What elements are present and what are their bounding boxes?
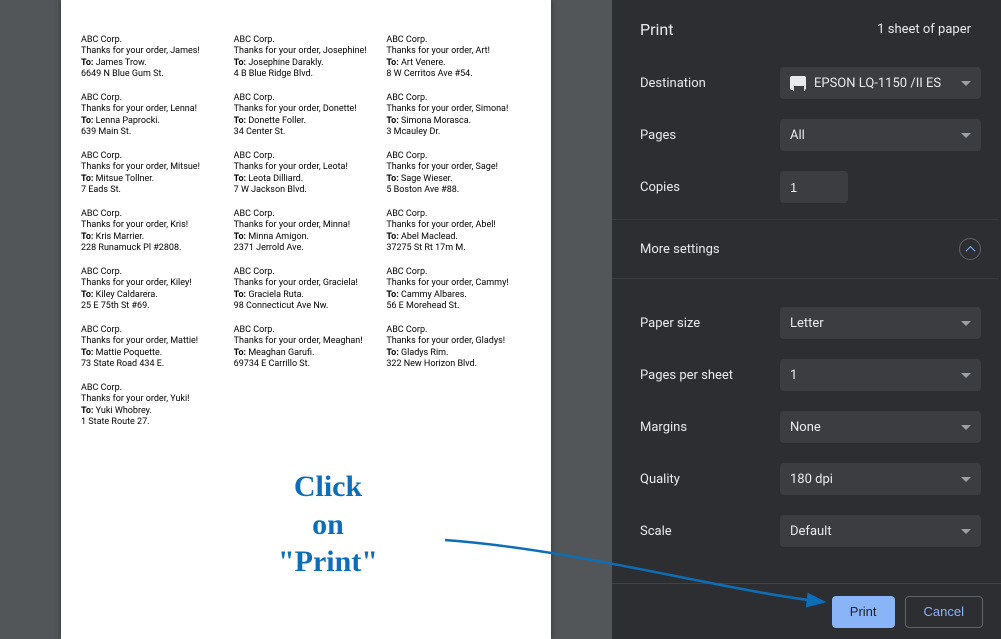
address-label: ABC Corp.Thanks for your order, Kiley!To… [81, 267, 226, 325]
address-label: ABC Corp.Thanks for your order, Donette!… [234, 93, 379, 151]
quality-row: Quality 180 dpi [612, 453, 999, 505]
address-label: ABC Corp.Thanks for your order, Minna!To… [234, 209, 379, 267]
more-settings-label: More settings [640, 242, 720, 257]
pages-per-sheet-select[interactable]: 1 [780, 359, 981, 391]
chevron-down-icon [961, 373, 971, 378]
address-label: ABC Corp.Thanks for your order, Simona!T… [386, 93, 531, 151]
chevron-down-icon [961, 529, 971, 534]
address-label: ABC Corp.Thanks for your order, Gladys!T… [386, 325, 531, 383]
address-label: ABC Corp.Thanks for your order, Leota!To… [234, 151, 379, 209]
margins-select[interactable]: None [780, 411, 981, 443]
margins-label: Margins [640, 420, 780, 435]
address-label: ABC Corp.Thanks for your order, Mattie!T… [81, 325, 226, 383]
copies-row: Copies [612, 161, 999, 213]
scale-value: Default [790, 524, 832, 539]
address-label: ABC Corp.Thanks for your order, Yuki!To:… [81, 383, 226, 441]
scale-select[interactable]: Default [780, 515, 981, 547]
destination-label: Destination [640, 76, 780, 91]
margins-value: None [790, 420, 821, 435]
address-label: ABC Corp.Thanks for your order, Kris!To:… [81, 209, 226, 267]
sheet-count: 1 sheet of paper [877, 22, 971, 37]
destination-value: EPSON LQ-1150 /II ES [814, 76, 941, 91]
copies-input[interactable] [780, 171, 848, 203]
chevron-down-icon [961, 321, 971, 326]
address-label: ABC Corp.Thanks for your order, Mitsue!T… [81, 151, 226, 209]
paper-size-select[interactable]: Letter [780, 307, 981, 339]
quality-label: Quality [640, 472, 780, 487]
chevron-down-icon [961, 133, 971, 138]
paper-size-row: Paper size Letter [612, 297, 999, 349]
address-label: ABC Corp.Thanks for your order, Cammy!To… [386, 267, 531, 325]
print-settings-panel: Print 1 sheet of paper Destination EPSON… [612, 0, 1001, 639]
label-grid: ABC Corp.Thanks for your order, James!To… [81, 35, 531, 441]
margins-row: Margins None [612, 401, 999, 453]
address-label: ABC Corp.Thanks for your order, Meaghan!… [234, 325, 379, 383]
pages-value: All [790, 128, 805, 143]
printer-icon [790, 76, 806, 90]
address-label: ABC Corp.Thanks for your order, Abel!To:… [386, 209, 531, 267]
print-button[interactable]: Print [832, 596, 895, 628]
address-label: ABC Corp.Thanks for your order, Sage!To:… [386, 151, 531, 209]
address-label: ABC Corp.Thanks for your order, Josephin… [234, 35, 379, 93]
quality-select[interactable]: 180 dpi [780, 463, 981, 495]
paper-size-label: Paper size [640, 316, 780, 331]
scale-label: Scale [640, 524, 780, 539]
paper-size-value: Letter [790, 316, 824, 331]
pages-per-sheet-row: Pages per sheet 1 [612, 349, 999, 401]
pages-label: Pages [640, 128, 780, 143]
panel-title: Print [640, 20, 673, 39]
chevron-down-icon [961, 477, 971, 482]
dialog-footer: Print Cancel [612, 583, 1001, 639]
print-preview-pane: ABC Corp.Thanks for your order, James!To… [0, 0, 612, 639]
pages-per-sheet-value: 1 [790, 368, 797, 383]
pages-select[interactable]: All [780, 119, 981, 151]
scale-row: Scale Default [612, 505, 999, 557]
preview-page: ABC Corp.Thanks for your order, James!To… [61, 0, 551, 639]
address-label: ABC Corp.Thanks for your order, Art!To: … [386, 35, 531, 93]
quality-value: 180 dpi [790, 472, 833, 487]
more-settings-toggle[interactable]: More settings [612, 219, 999, 279]
address-label: ABC Corp.Thanks for your order, Lenna!To… [81, 93, 226, 151]
destination-row: Destination EPSON LQ-1150 /II ES [612, 57, 999, 109]
pages-row: Pages All [612, 109, 999, 161]
cancel-button[interactable]: Cancel [905, 596, 983, 628]
address-label: ABC Corp.Thanks for your order, James!To… [81, 35, 226, 93]
destination-select[interactable]: EPSON LQ-1150 /II ES [780, 67, 981, 99]
chevron-down-icon [961, 81, 971, 86]
pages-per-sheet-label: Pages per sheet [640, 368, 780, 383]
settings-scroll[interactable]: Print 1 sheet of paper Destination EPSON… [612, 0, 1001, 583]
chevron-up-icon [959, 238, 981, 260]
chevron-down-icon [961, 425, 971, 430]
address-label: ABC Corp.Thanks for your order, Graciela… [234, 267, 379, 325]
copies-label: Copies [640, 180, 780, 195]
panel-header: Print 1 sheet of paper [612, 0, 999, 57]
